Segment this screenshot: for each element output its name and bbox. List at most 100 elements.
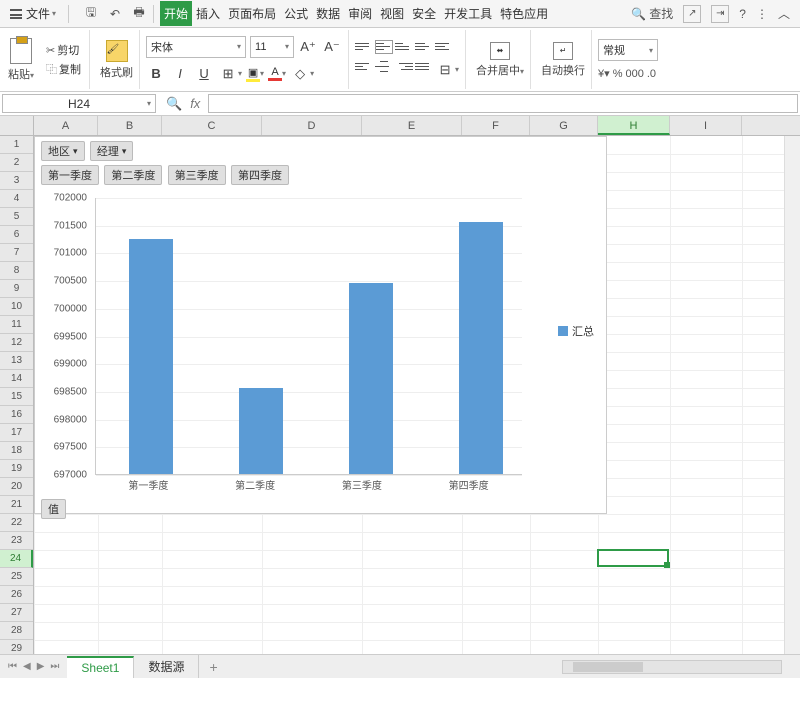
row-header[interactable]: 12 [0,334,33,352]
column-header[interactable]: G [530,116,598,135]
row-header[interactable]: 18 [0,442,33,460]
justify-icon[interactable] [415,60,433,74]
border-button[interactable]: ⊞▾ [218,64,242,84]
percent-icon[interactable]: % [613,68,623,80]
align-bottom-icon[interactable] [395,40,413,54]
row-header[interactable]: 26 [0,586,33,604]
search-button[interactable]: 🔍 查找 [631,5,673,22]
currency-icon[interactable]: ¥▾ [598,67,610,80]
quarter-q3[interactable]: 第三季度 [168,165,226,185]
bar[interactable] [239,388,283,474]
collapse-ribbon-icon[interactable]: ︿ [778,5,790,22]
file-menu[interactable]: 文件 ▾ [4,5,62,22]
effects-button[interactable]: ◇▾ [290,64,314,84]
font-size-select[interactable]: 11▾ [250,36,294,58]
column-header[interactable]: D [262,116,362,135]
print-icon[interactable]: 🖶 [131,6,147,22]
zoom-icon[interactable]: 🔍 [166,96,182,112]
filter-manager[interactable]: 经理▾ [90,141,134,161]
tab-start[interactable]: 开始 [160,1,192,26]
quarter-q2[interactable]: 第二季度 [104,165,162,185]
row-header[interactable]: 1 [0,136,33,154]
filter-value[interactable]: 值 [41,499,66,519]
align-left-icon[interactable] [355,60,373,74]
first-icon[interactable]: ⏮ [8,661,17,672]
prev-icon[interactable]: ◀ [23,661,31,672]
tab-data[interactable]: 数据 [312,1,344,26]
next-icon[interactable]: ▶ [37,661,45,672]
cut-button[interactable]: 剪切 [44,42,83,58]
row-header[interactable]: 17 [0,424,33,442]
row-header[interactable]: 7 [0,244,33,262]
row-header[interactable]: 3 [0,172,33,190]
align-middle-icon[interactable] [375,40,393,54]
cells[interactable]: 地区▾ 经理▾ 第一季度 第二季度 第三季度 第四季度 697000697500… [34,136,800,678]
pivot-chart[interactable]: 地区▾ 经理▾ 第一季度 第二季度 第三季度 第四季度 697000697500… [34,136,607,514]
row-header[interactable]: 15 [0,388,33,406]
increase-font-icon[interactable]: A⁺ [298,37,318,57]
tab-special[interactable]: 特色应用 [496,1,552,26]
font-color-button[interactable]: A▾ [268,66,286,81]
decimal-inc-icon[interactable]: .0 [647,68,656,80]
italic-button[interactable]: I [170,64,190,84]
copy-button[interactable]: 复制 [44,61,83,77]
column-header[interactable]: A [34,116,98,135]
brush-label[interactable]: 格式刷 [100,64,133,80]
font-name-select[interactable]: 宋体▾ [146,36,246,58]
orientation-button[interactable]: ⊟▾ [435,60,459,80]
row-header[interactable]: 25 [0,568,33,586]
number-format-select[interactable]: 常规▾ [598,39,658,61]
row-header[interactable]: 9 [0,280,33,298]
name-box[interactable]: H24 ▾ [2,94,156,113]
quarter-q4[interactable]: 第四季度 [231,165,289,185]
save-icon[interactable]: 🖫 [83,6,99,22]
more-icon[interactable]: ⋮ [756,7,768,21]
tab-dev[interactable]: 开发工具 [440,1,496,26]
export-icon[interactable]: ⇥ [711,5,729,23]
help-icon[interactable]: ? [739,7,746,21]
column-header[interactable]: B [98,116,162,135]
row-header[interactable]: 5 [0,208,33,226]
share-icon[interactable]: ↗ [683,5,701,23]
tab-view[interactable]: 视图 [376,1,408,26]
brush-icon[interactable] [106,40,128,62]
tab-security[interactable]: 安全 [408,1,440,26]
indent-decrease-icon[interactable] [415,40,433,54]
align-center-icon[interactable] [375,60,393,74]
row-header[interactable]: 19 [0,460,33,478]
tab-page-layout[interactable]: 页面布局 [224,1,280,26]
row-header[interactable]: 23 [0,532,33,550]
merge-icon[interactable]: ⬌ [490,42,510,60]
row-header[interactable]: 13 [0,352,33,370]
row-header[interactable]: 8 [0,262,33,280]
paste-icon[interactable] [10,38,32,64]
comma-icon[interactable]: 000 [625,68,643,80]
column-header[interactable]: F [462,116,530,135]
row-header[interactable]: 22 [0,514,33,532]
scroll-thumb[interactable] [573,662,643,672]
underline-button[interactable]: U [194,64,214,84]
align-right-icon[interactable] [395,60,413,74]
row-header[interactable]: 11 [0,316,33,334]
column-header[interactable]: H [598,116,670,135]
sheet-tab-2[interactable]: 数据源 [134,655,199,678]
row-header[interactable]: 6 [0,226,33,244]
formula-input[interactable] [208,94,798,113]
fill-color-button[interactable]: ▣▾ [246,66,264,82]
column-header[interactable]: C [162,116,262,135]
quarter-q1[interactable]: 第一季度 [41,165,99,185]
select-all-corner[interactable] [0,116,34,135]
align-top-icon[interactable] [355,40,373,54]
tab-insert[interactable]: 插入 [192,1,224,26]
vertical-scrollbar[interactable] [784,136,800,654]
row-header[interactable]: 10 [0,298,33,316]
bar[interactable] [129,239,173,474]
row-header[interactable]: 24 [0,550,33,568]
column-header[interactable]: I [670,116,742,135]
horizontal-scrollbar[interactable] [562,660,782,674]
row-header[interactable]: 21 [0,496,33,514]
undo-icon[interactable]: ↶ [107,6,123,22]
bar[interactable] [459,222,503,474]
indent-increase-icon[interactable] [435,40,453,54]
last-icon[interactable]: ⏭ [50,661,59,672]
